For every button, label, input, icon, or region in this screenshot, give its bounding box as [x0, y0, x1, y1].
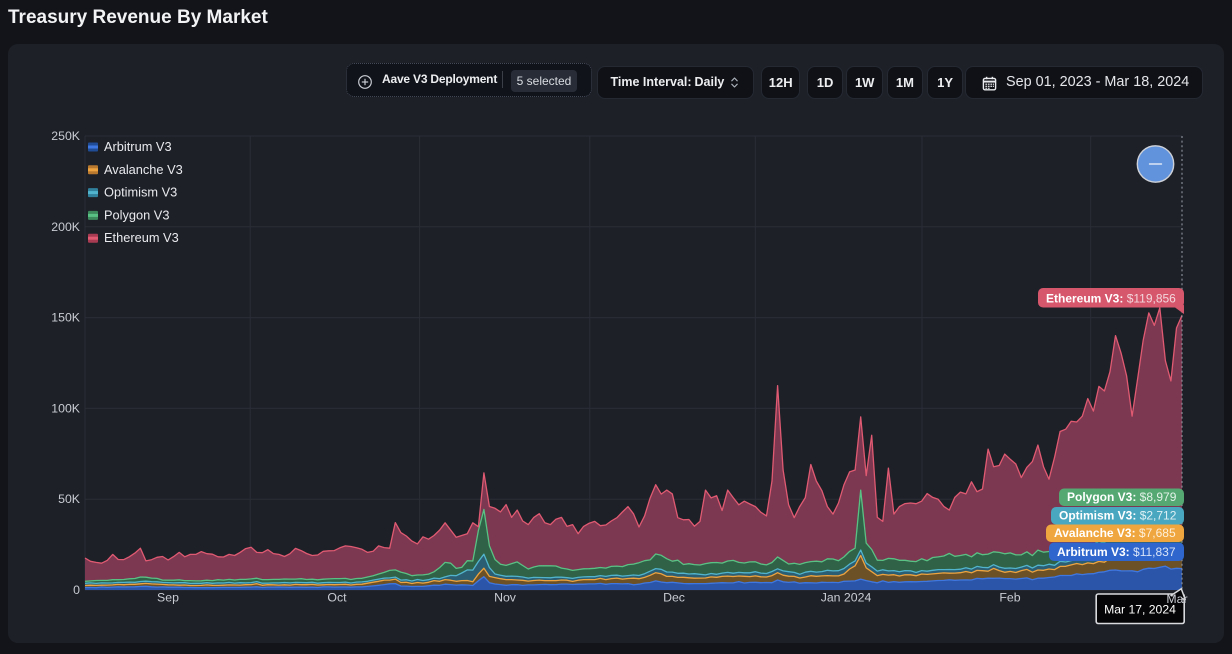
svg-text:Polygon V3: $8,979: Polygon V3: $8,979 — [1067, 490, 1177, 504]
svg-text:50K: 50K — [58, 492, 81, 506]
svg-text:Ethereum V3: Ethereum V3 — [104, 230, 179, 245]
svg-text:Avalanche V3: $7,685: Avalanche V3: $7,685 — [1054, 526, 1176, 540]
svg-text:Jan 2024: Jan 2024 — [821, 591, 872, 605]
svg-text:Optimism V3: $2,712: Optimism V3: $2,712 — [1059, 509, 1177, 523]
svg-text:Arbitrum V3: $11,837: Arbitrum V3: $11,837 — [1057, 545, 1176, 559]
svg-text:Nov: Nov — [494, 591, 517, 605]
svg-text:Polygon V3: Polygon V3 — [104, 207, 169, 222]
svg-text:Avalanche V3: Avalanche V3 — [104, 162, 183, 177]
svg-text:Optimism V3: Optimism V3 — [104, 185, 177, 200]
svg-text:Oct: Oct — [327, 591, 347, 605]
svg-text:Arbitrum V3: Arbitrum V3 — [104, 139, 172, 154]
svg-text:150K: 150K — [51, 311, 81, 325]
svg-text:Mar: Mar — [1166, 592, 1187, 606]
svg-text:200K: 200K — [51, 220, 81, 234]
svg-text:Dec: Dec — [663, 591, 685, 605]
svg-text:Feb: Feb — [999, 591, 1020, 605]
svg-text:Mar 17, 2024: Mar 17, 2024 — [1104, 603, 1176, 617]
svg-text:100K: 100K — [51, 401, 81, 415]
svg-text:Sep: Sep — [157, 591, 179, 605]
svg-text:250K: 250K — [51, 129, 81, 143]
svg-text:Ethereum V3: $119,856: Ethereum V3: $119,856 — [1046, 292, 1176, 306]
svg-text:0: 0 — [73, 583, 80, 597]
